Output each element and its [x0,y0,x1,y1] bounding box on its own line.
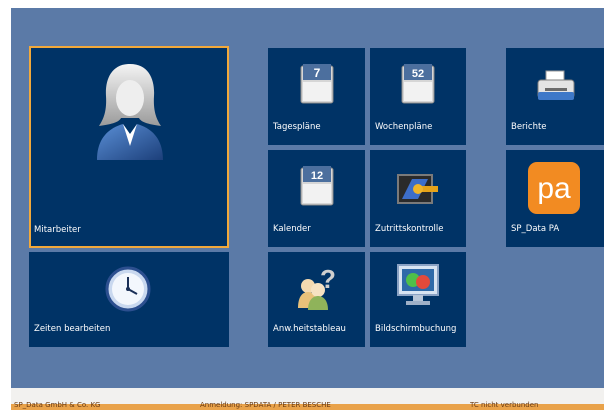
tile-label: SP_Data PA [511,224,560,234]
tile-zutrittskontrolle[interactable]: Zutrittskontrolle [370,150,466,247]
tile-label: Zeiten bearbeiten [34,324,111,334]
tile-kalender[interactable]: 12 Kalender [268,150,365,247]
calendar-number: 52 [412,68,424,80]
screen-booking-icon [397,264,439,305]
tile-wochenplaene[interactable]: 52 Wochenpläne [370,48,466,145]
tile-spdata-pa[interactable]: pa SP_Data PA [506,150,604,247]
tile-anwesenheitstableau[interactable]: ? Anw.heitstableau [268,252,365,347]
tile-label: Kalender [273,224,311,234]
presence-board-icon: ? [298,264,336,310]
access-control-icon [397,174,438,204]
calendar-icon: 12 [300,166,334,206]
tile-label: Wochenpläne [375,122,433,132]
window-top-border [0,0,604,8]
week-calendar-icon: 52 [401,64,435,104]
status-company: SP_Data GmbH & Co. KG [14,401,101,409]
pa-logo-text: pa [537,172,571,205]
tile-label: Mitarbeiter [34,225,81,235]
pa-logo-icon: pa [528,162,580,214]
tile-label: Anw.heitstableau [273,324,346,334]
printer-icon [537,70,575,100]
tile-label: Tagespläne [273,122,321,132]
clock-icon [105,266,151,312]
tile-label: Zutrittskontrolle [375,224,444,234]
status-connection: TC nicht verbunden [470,401,539,409]
calendar-number: 7 [314,66,321,80]
calendar-number: 12 [311,170,323,182]
user-icon [97,64,163,160]
tile-label: Berichte [511,122,547,132]
tile-label: Bildschirmbuchung [375,324,457,334]
dashboard-area: Mitarbeiter Zeiten bearbeiten 7 Tagesplä… [11,8,604,388]
tile-mitarbeiter[interactable]: Mitarbeiter [29,46,229,248]
tile-zeiten-bearbeiten[interactable]: Zeiten bearbeiten [29,252,229,347]
tile-tagesplaene[interactable]: 7 Tagespläne [268,48,365,145]
tile-bildschirmbuchung[interactable]: Bildschirmbuchung [370,252,466,347]
day-calendar-icon: 7 [300,64,334,104]
window-left-border [0,0,11,410]
status-user: Anmeldung: SPDATA / PETER BESCHE [200,401,331,409]
tile-berichte[interactable]: Berichte [506,48,604,145]
